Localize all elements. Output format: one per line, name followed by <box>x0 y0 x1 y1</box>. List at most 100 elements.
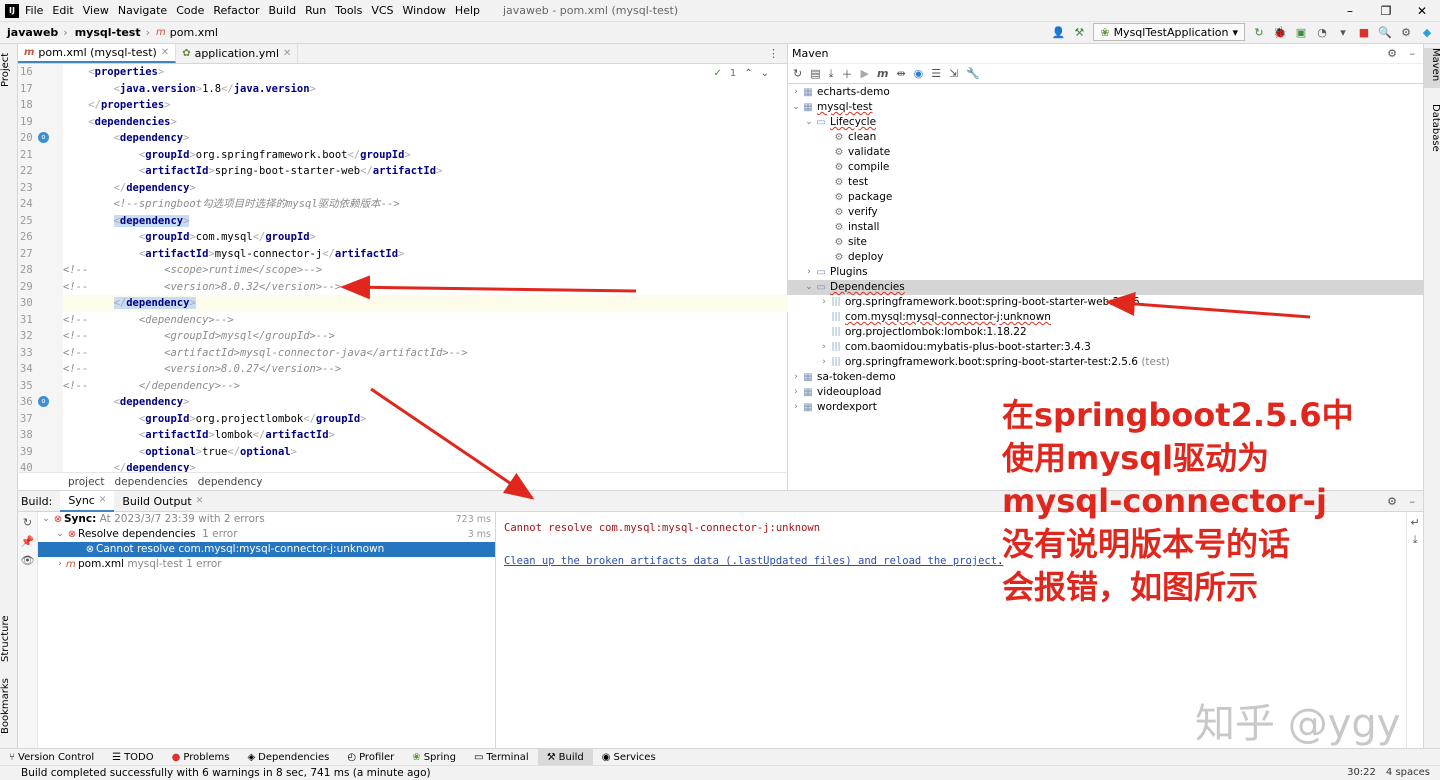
hide-icon[interactable]: – <box>1410 47 1416 60</box>
close-icon[interactable]: ✕ <box>196 496 204 506</box>
caret-position[interactable]: 30:22 <box>1347 766 1376 780</box>
coverage-icon[interactable]: ▣ <box>1294 25 1308 39</box>
run-icon[interactable]: ▶ <box>861 67 869 80</box>
lifecycle-goal[interactable]: ⚙ deploy <box>788 250 1423 265</box>
menu-view[interactable]: View <box>83 4 109 17</box>
more-run-icon[interactable]: ▾ <box>1336 25 1350 39</box>
menu-help[interactable]: Help <box>455 4 480 17</box>
menu-file[interactable]: File <box>25 4 43 17</box>
menu-vcs[interactable]: VCS <box>371 4 393 17</box>
pin-icon[interactable]: 📌 <box>18 535 37 548</box>
show-dependencies-icon[interactable]: ☰ <box>931 67 941 80</box>
lifecycle-goal[interactable]: ⚙ site <box>788 235 1423 250</box>
stop-icon[interactable]: ■ <box>1357 25 1371 39</box>
tree-lifecycle[interactable]: ⌄ ▭ Lifecycle <box>788 115 1423 130</box>
add-folder-icon[interactable]: ▤ <box>810 67 820 80</box>
toggle-offline-icon[interactable]: ⇹ <box>896 67 905 80</box>
dependency-gutter-icon[interactable]: o <box>38 132 49 143</box>
lifecycle-goal[interactable]: ⚙ package <box>788 190 1423 205</box>
tab-build-output[interactable]: Build Output ✕ <box>114 491 211 512</box>
settings-icon[interactable]: ⚙ <box>1399 25 1413 39</box>
lifecycle-goal[interactable]: ⚙ verify <box>788 205 1423 220</box>
tab-pom-xml[interactable]: m pom.xml (mysql-test) ✕ <box>18 44 177 63</box>
tool-tab-bookmarks[interactable]: Bookmarks <box>0 678 18 734</box>
debug-icon[interactable]: 🐞 <box>1273 25 1287 39</box>
add-icon[interactable]: ＋ <box>842 66 853 82</box>
menu-edit[interactable]: Edit <box>52 4 73 17</box>
close-icon[interactable]: ✕ <box>1404 0 1440 22</box>
breadcrumb-item[interactable]: dependency <box>198 476 263 488</box>
download-icon[interactable]: ⤓ <box>829 67 834 81</box>
profile-icon[interactable]: ◔ <box>1315 25 1329 39</box>
breadcrumb-module[interactable]: mysql-test <box>75 26 141 39</box>
run-configuration-select[interactable]: ❀ MysqlTestApplication ▾ <box>1093 23 1245 41</box>
lifecycle-goal[interactable]: ⚙ install <box>788 220 1423 235</box>
more-tabs-icon[interactable]: ⋮ <box>760 44 787 63</box>
tree-plugins[interactable]: › ▭ Plugins <box>788 265 1423 280</box>
tool-todo[interactable]: ☰ TODO <box>103 749 163 766</box>
dependency-item[interactable]: ||| com.mysql:mysql-connector-j:unknown <box>788 310 1423 325</box>
tool-tab-project[interactable]: Project <box>0 50 18 90</box>
pom-item[interactable]: › m pom.xml mysql-test 1 error <box>38 557 495 572</box>
menu-refactor[interactable]: Refactor <box>213 4 259 17</box>
tree-project[interactable]: › ▦ sa-token-demo <box>788 370 1423 385</box>
resolve-dependencies-item[interactable]: ⌄ ⊗ Resolve dependencies 1 error 3 ms <box>38 527 495 542</box>
tab-sync[interactable]: Sync ✕ <box>60 490 115 512</box>
breadcrumb-file[interactable]: pom.xml <box>170 26 218 39</box>
tool-tab-maven[interactable]: Maven <box>1424 48 1440 88</box>
user-icon[interactable]: 👤 <box>1051 25 1065 39</box>
lifecycle-goal[interactable]: ⚙ validate <box>788 145 1423 160</box>
sync-root[interactable]: ⌄ ⊗ Sync: At 2023/3/7 23:39 with 2 errors 7… <box>38 512 495 527</box>
breadcrumb-project[interactable]: javaweb <box>7 26 58 39</box>
lifecycle-goal[interactable]: ⚙ clean <box>788 130 1423 145</box>
settings-icon[interactable]: ⚙ <box>1387 495 1397 508</box>
lifecycle-goal[interactable]: ⚙ test <box>788 175 1423 190</box>
close-icon[interactable]: ✕ <box>161 47 169 58</box>
scroll-end-icon[interactable]: ⤓ <box>1407 533 1423 547</box>
hammer-icon[interactable]: ⚒ <box>1072 25 1086 39</box>
collapse-all-icon[interactable]: ⇲ <box>949 67 958 80</box>
breadcrumb-item[interactable]: dependencies <box>114 476 187 488</box>
tool-build[interactable]: ⚒ Build <box>537 748 593 766</box>
tree-dependencies[interactable]: ⌄ ▭ Dependencies <box>788 280 1423 295</box>
code-area[interactable]: <properties> <java.version>1.8</java.ver… <box>63 64 788 472</box>
error-item[interactable]: ⊗ Cannot resolve com.mysql:mysql-connecto… <box>38 542 495 557</box>
reload-icon[interactable]: ↻ <box>793 67 802 80</box>
update-icon[interactable]: ◆ <box>1420 25 1434 39</box>
tool-tab-structure[interactable]: Structure <box>0 614 18 664</box>
tree-project[interactable]: › ▦ echarts-demo <box>788 85 1423 100</box>
tree-project[interactable]: ⌄ ▦ mysql-test <box>788 100 1423 115</box>
dependency-gutter-icon[interactable]: o <box>38 396 49 407</box>
tool-terminal[interactable]: ▭ Terminal <box>465 749 538 766</box>
rerun-icon[interactable]: ↻ <box>1252 25 1266 39</box>
dependency-item[interactable]: › ||| org.springframework.boot:spring-boot… <box>788 295 1423 310</box>
search-icon[interactable]: 🔍 <box>1378 25 1392 39</box>
menu-navigate[interactable]: Navigate <box>118 4 167 17</box>
tool-tab-database[interactable]: Database <box>1424 104 1440 159</box>
lifecycle-goal[interactable]: ⚙ compile <box>788 160 1423 175</box>
maven-goal-icon[interactable]: m <box>877 67 888 80</box>
close-icon[interactable]: ✕ <box>283 48 291 59</box>
dependency-item[interactable]: ||| org.projectlombok:lombok:1.18.22 <box>788 325 1423 340</box>
indent-setting[interactable]: 4 spaces <box>1386 766 1430 780</box>
menu-run[interactable]: Run <box>305 4 326 17</box>
refresh-icon[interactable]: ↻ <box>18 516 37 529</box>
soft-wrap-icon[interactable]: ↵ <box>1407 516 1423 529</box>
restore-icon[interactable]: ❐ <box>1368 0 1404 22</box>
close-icon[interactable]: ✕ <box>99 495 107 505</box>
dependency-item[interactable]: › ||| com.baomidou:mybatis-plus-boot-start… <box>788 340 1423 355</box>
wrench-icon[interactable]: 🔧 <box>966 67 980 80</box>
menu-code[interactable]: Code <box>176 4 204 17</box>
tool-spring[interactable]: ❀ Spring <box>403 749 465 766</box>
hide-icon[interactable]: – <box>1410 495 1416 508</box>
tool-version-control[interactable]: ⑂ Version Control <box>0 749 103 766</box>
dependency-item[interactable]: › ||| org.springframework.boot:spring-boot… <box>788 355 1423 370</box>
tool-services[interactable]: ◉ Services <box>593 749 665 766</box>
breadcrumb-item[interactable]: project <box>68 476 104 488</box>
menu-tools[interactable]: Tools <box>335 4 362 17</box>
skip-tests-icon[interactable]: ◉ <box>914 67 924 80</box>
eye-icon[interactable]: 👁 <box>18 554 37 567</box>
menu-window[interactable]: Window <box>403 4 446 17</box>
settings-icon[interactable]: ⚙ <box>1387 47 1397 60</box>
tool-problems[interactable]: ● Problems <box>163 749 239 766</box>
